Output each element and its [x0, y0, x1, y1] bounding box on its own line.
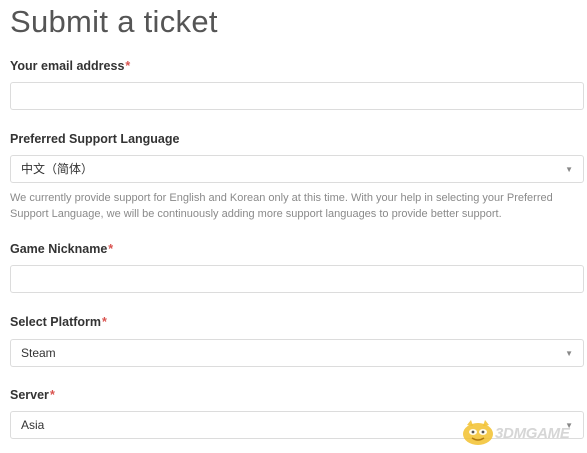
platform-label-text: Select Platform [10, 315, 102, 329]
language-select[interactable]: 中文（简体） ▼ [10, 155, 584, 183]
nickname-required-mark: * [108, 242, 114, 256]
server-required-mark: * [49, 388, 55, 402]
page-title: Submit a ticket [10, 4, 218, 39]
3dmgame-logo-icon [463, 420, 493, 445]
language-label-text: Preferred Support Language [10, 132, 180, 146]
server-label: Server* [10, 387, 55, 403]
platform-select-value: Steam [21, 346, 56, 360]
language-label: Preferred Support Language [10, 131, 179, 147]
email-input[interactable] [10, 82, 584, 110]
nickname-label: Game Nickname* [10, 241, 113, 257]
server-select-value: Asia [21, 418, 45, 432]
language-select-value: 中文（简体） [21, 162, 94, 176]
watermark-text: 3DMGAME [495, 425, 570, 442]
email-required-mark: * [125, 59, 131, 73]
platform-select[interactable]: Steam ▼ [10, 339, 584, 367]
watermark: 3DMGAME [461, 418, 583, 448]
nickname-label-text: Game Nickname [10, 242, 108, 256]
chevron-down-icon: ▼ [565, 165, 573, 174]
email-label-text: Your email address [10, 59, 125, 73]
platform-label: Select Platform* [10, 314, 107, 330]
platform-required-mark: * [102, 315, 107, 329]
email-label: Your email address* [10, 58, 130, 74]
chevron-down-icon: ▼ [565, 349, 573, 358]
language-help-text: We currently provide support for English… [10, 192, 553, 220]
nickname-input[interactable] [10, 265, 584, 293]
server-label-text: Server [10, 388, 49, 402]
